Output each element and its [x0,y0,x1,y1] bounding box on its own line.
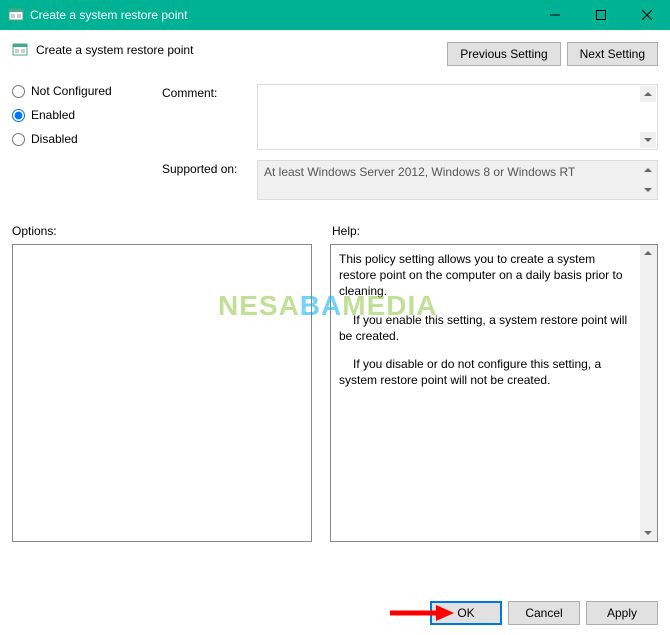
window-controls [532,0,670,30]
radio-disabled-input[interactable] [12,133,25,146]
scroll-up-icon[interactable] [640,245,656,261]
radio-enabled-label: Enabled [31,108,75,122]
previous-setting-button[interactable]: Previous Setting [447,42,560,66]
comment-label: Comment: [162,84,247,100]
options-label: Options: [12,224,332,238]
radio-not-configured[interactable]: Not Configured [12,84,142,98]
radio-enabled[interactable]: Enabled [12,108,142,122]
titlebar: Create a system restore point [0,0,670,30]
next-setting-button[interactable]: Next Setting [567,42,658,66]
radio-disabled[interactable]: Disabled [12,132,142,146]
page-title: Create a system restore point [36,43,193,57]
radio-disabled-label: Disabled [31,132,78,146]
ok-button[interactable]: OK [430,601,502,625]
radio-not-configured-label: Not Configured [31,84,112,98]
footer-buttons: OK Cancel Apply [430,601,658,625]
apply-button[interactable]: Apply [586,601,658,625]
scroll-down-icon[interactable] [640,525,656,541]
help-text-2: If you enable this setting, a system res… [339,312,635,344]
scroll-down-icon[interactable] [640,182,656,198]
cancel-button[interactable]: Cancel [508,601,580,625]
help-label: Help: [332,224,360,238]
window-title: Create a system restore point [30,8,187,22]
supported-on-label: Supported on: [162,160,247,176]
maximize-button[interactable] [578,0,624,30]
comment-box [257,84,658,150]
radio-not-configured-input[interactable] [12,85,25,98]
supported-on-text: At least Windows Server 2012, Windows 8 … [258,161,657,183]
scroll-down-icon[interactable] [640,132,656,148]
scroll-up-icon[interactable] [640,86,656,102]
radio-enabled-input[interactable] [12,109,25,122]
minimize-button[interactable] [532,0,578,30]
page-icon [12,42,28,58]
close-button[interactable] [624,0,670,30]
scroll-up-icon[interactable] [640,162,656,178]
supported-on-box: At least Windows Server 2012, Windows 8 … [257,160,658,200]
help-text-3: If you disable or do not configure this … [339,356,635,388]
app-icon [8,7,24,23]
help-text-1: This policy setting allows you to create… [339,251,635,300]
help-scrollbar[interactable] [640,245,657,541]
comment-input[interactable] [258,85,639,149]
options-panel [12,244,312,542]
help-panel: This policy setting allows you to create… [330,244,658,542]
